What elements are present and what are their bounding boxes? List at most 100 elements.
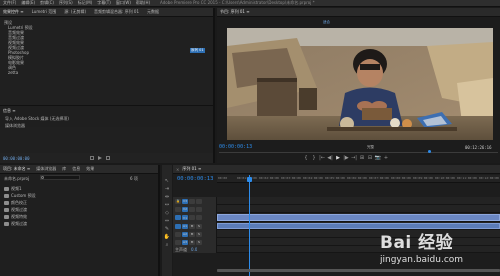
search-input[interactable] bbox=[40, 175, 80, 180]
track-select-tool-icon[interactable]: ⇥ bbox=[163, 185, 171, 193]
list-item[interactable]: 视频过渡 bbox=[4, 206, 154, 213]
tab-info[interactable]: 信息 bbox=[72, 166, 80, 172]
track-label[interactable]: A3 bbox=[182, 239, 188, 245]
effect-timecode[interactable]: 00:00:00:00 bbox=[3, 156, 30, 161]
zoom-indicator[interactable]: 适合 bbox=[323, 20, 330, 25]
effect-item[interactable]: zetta bbox=[4, 70, 144, 75]
mute-icon[interactable]: M bbox=[189, 231, 195, 237]
close-icon[interactable]: × bbox=[176, 167, 179, 172]
zoom-tool-icon[interactable]: ⌕ bbox=[163, 241, 171, 249]
track-lock-icon[interactable]: 🔒 bbox=[175, 198, 181, 204]
play-icon[interactable] bbox=[97, 156, 102, 160]
sequence-badge[interactable]: 序列 01 bbox=[190, 48, 205, 53]
eye-icon[interactable] bbox=[196, 198, 202, 204]
track-lock-icon[interactable] bbox=[175, 231, 181, 237]
extract-icon[interactable]: ⊟ bbox=[366, 154, 374, 162]
monitor-scrub-bar[interactable] bbox=[219, 152, 498, 153]
track-v1[interactable] bbox=[217, 213, 500, 222]
menu-sequence[interactable]: 序列(S) bbox=[59, 0, 73, 6]
menu-file[interactable]: 文件(F) bbox=[3, 0, 16, 6]
list-item[interactable]: 视频特效 bbox=[4, 213, 154, 220]
export-icon[interactable] bbox=[105, 156, 110, 160]
track-label[interactable]: A2 bbox=[182, 231, 188, 237]
menu-edit[interactable]: 编辑(E) bbox=[21, 0, 35, 6]
tab-audio-mixer[interactable]: 音频剪辑混合器: 序列 01 bbox=[94, 9, 139, 15]
track-header-a1[interactable]: A1 M S bbox=[173, 222, 217, 230]
mute-icon[interactable]: M bbox=[189, 239, 195, 245]
rate-stretch-tool-icon[interactable]: ↔ bbox=[163, 201, 171, 209]
track-header-v1[interactable]: V1 bbox=[173, 213, 217, 222]
solo-icon[interactable]: S bbox=[196, 231, 202, 237]
solo-icon[interactable]: S bbox=[196, 223, 202, 229]
time-ruler[interactable]: 00:00 00:01:00:00 00:02:00:00 00:03:00:0… bbox=[217, 175, 500, 183]
mark-in-icon[interactable]: { bbox=[302, 154, 310, 162]
lift-icon[interactable]: ⊞ bbox=[358, 154, 366, 162]
master-volume[interactable]: 0.0 bbox=[191, 247, 197, 252]
track-v2[interactable] bbox=[217, 205, 500, 213]
button-editor-icon[interactable]: + bbox=[382, 154, 390, 162]
list-item[interactable]: 颜色校正 bbox=[4, 199, 154, 206]
tab-libraries[interactable]: 库 bbox=[62, 166, 66, 172]
source-patch-v1[interactable] bbox=[175, 215, 181, 220]
track-label[interactable]: A1 bbox=[182, 223, 188, 229]
tab-lumetri-scopes[interactable]: Lumetri 范围 bbox=[32, 9, 57, 15]
sync-lock-icon[interactable] bbox=[189, 215, 195, 220]
tab-source[interactable]: 源: (无剪辑) bbox=[64, 9, 86, 15]
ripple-edit-tool-icon[interactable]: ⇹ bbox=[163, 193, 171, 201]
source-patch-a1[interactable] bbox=[175, 223, 181, 229]
solo-icon[interactable]: S bbox=[196, 239, 202, 245]
tab-effect-controls[interactable]: 效果控件 ≡ bbox=[3, 9, 24, 15]
tab-effects[interactable]: 效果 bbox=[86, 166, 94, 172]
quality-dropdown[interactable]: 完整 bbox=[367, 145, 374, 150]
go-to-out-icon[interactable]: →| bbox=[350, 154, 358, 162]
step-forward-icon[interactable]: |▶ bbox=[342, 154, 350, 162]
track-lock-icon[interactable] bbox=[175, 206, 181, 212]
mark-out-icon[interactable]: } bbox=[310, 154, 318, 162]
track-v3[interactable] bbox=[217, 197, 500, 205]
track-label[interactable]: V2 bbox=[182, 206, 188, 212]
track-label[interactable]: V3 bbox=[182, 198, 188, 204]
tab-metadata[interactable]: 元数据 bbox=[147, 9, 159, 15]
timeline-playhead[interactable] bbox=[249, 175, 250, 276]
menu-marker[interactable]: 标记(M) bbox=[78, 0, 93, 6]
list-item[interactable]: 视频过渡 bbox=[4, 220, 154, 227]
list-item[interactable]: Custom 预设 bbox=[4, 192, 154, 199]
play-button[interactable]: ▶ bbox=[334, 154, 342, 162]
menu-help[interactable]: 帮助(H) bbox=[136, 0, 150, 6]
sync-lock-icon[interactable] bbox=[189, 198, 195, 204]
razor-tool-icon[interactable]: ◇ bbox=[163, 209, 171, 217]
menu-window[interactable]: 窗口(W) bbox=[116, 0, 131, 6]
track-header-v2[interactable]: V2 bbox=[173, 205, 217, 213]
go-to-in-icon[interactable]: |← bbox=[318, 154, 326, 162]
master-track-header[interactable]: 主声道 0.0 bbox=[173, 246, 217, 253]
tab-project[interactable]: 项目: 未命名 ≡ bbox=[3, 166, 30, 172]
track-label[interactable]: V1 bbox=[182, 215, 188, 220]
slip-tool-icon[interactable]: ⇔ bbox=[163, 217, 171, 225]
mute-icon[interactable]: M bbox=[189, 223, 195, 229]
step-back-icon[interactable]: ◀| bbox=[326, 154, 334, 162]
hand-tool-icon[interactable]: ✋ bbox=[163, 233, 171, 241]
menu-clip[interactable]: 剪辑(C) bbox=[40, 0, 54, 6]
track-header-v3[interactable]: 🔒 V3 bbox=[173, 197, 217, 205]
video-clip[interactable] bbox=[217, 214, 500, 221]
video-frame[interactable] bbox=[227, 28, 493, 140]
menu-title[interactable]: 字幕(T) bbox=[97, 0, 111, 6]
tab-program-monitor[interactable]: 节目: 序列 01 ≡ bbox=[220, 9, 250, 15]
track-header-a2[interactable]: A2 M S bbox=[173, 230, 217, 238]
filter-icon[interactable] bbox=[89, 156, 94, 160]
track-lock-icon[interactable] bbox=[175, 239, 181, 245]
timeline-timecode[interactable]: 00:00:00:13 bbox=[177, 176, 213, 182]
monitor-playhead[interactable] bbox=[428, 150, 431, 153]
sync-lock-icon[interactable] bbox=[189, 206, 195, 212]
eye-icon[interactable] bbox=[196, 215, 202, 220]
export-frame-icon[interactable]: 📷 bbox=[374, 154, 382, 162]
tab-sequence[interactable]: 序列 01 ≡ bbox=[182, 166, 201, 172]
eye-icon[interactable] bbox=[196, 206, 202, 212]
tab-media-browser[interactable]: 媒体浏览器 bbox=[36, 166, 56, 172]
monitor-timecode-left[interactable]: 00:00:00:13 bbox=[219, 144, 252, 150]
list-item[interactable]: 视频1 bbox=[4, 185, 154, 192]
timeline-playhead-handle[interactable] bbox=[247, 177, 252, 182]
selection-tool-icon[interactable]: ↖ bbox=[163, 177, 171, 185]
pen-tool-icon[interactable]: ✎ bbox=[163, 225, 171, 233]
track-header-a3[interactable]: A3 M S bbox=[173, 238, 217, 246]
